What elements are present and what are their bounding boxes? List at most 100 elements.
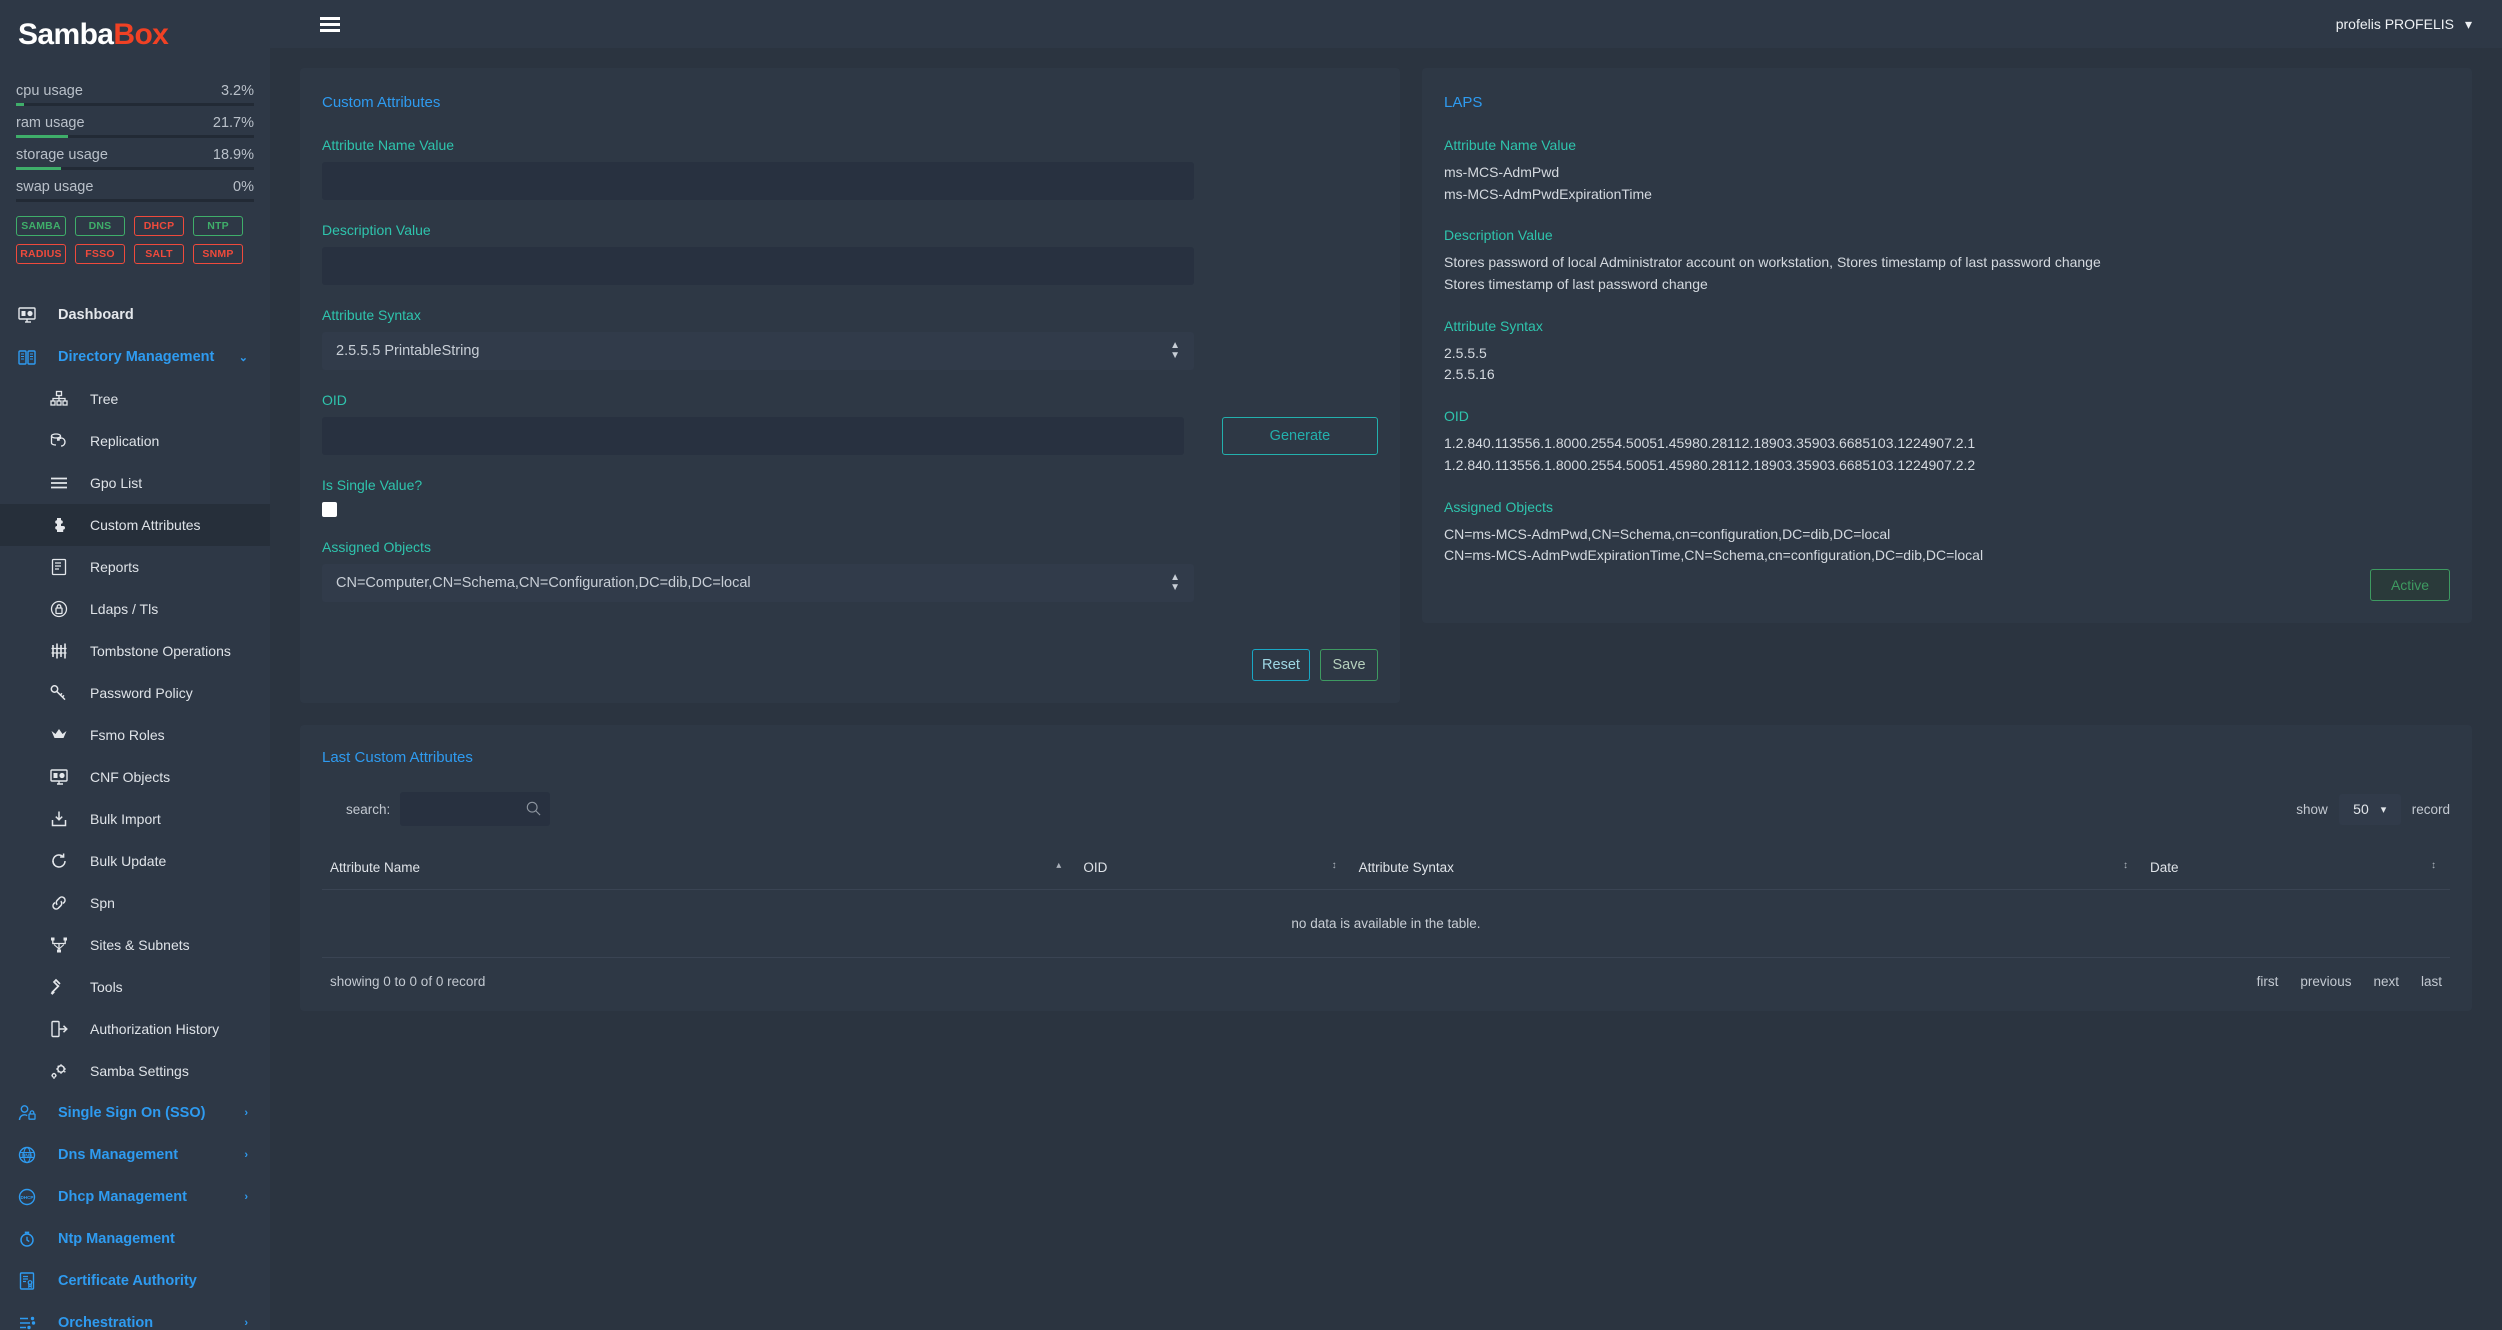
service-badge-fsso[interactable]: FSSO xyxy=(75,244,125,264)
puzzle-icon xyxy=(50,516,76,534)
sidebar-item-custom-attributes[interactable]: Custom Attributes xyxy=(0,504,270,546)
generate-button[interactable]: Generate xyxy=(1221,417,1378,455)
sidebar-item-label: Bulk Update xyxy=(90,853,167,869)
service-badge-samba[interactable]: SAMBA xyxy=(16,216,66,236)
sidebar-item-tombstone-operations[interactable]: Tombstone Operations xyxy=(0,630,270,672)
attribute-name-label: Attribute Name Value xyxy=(322,137,455,153)
attribute-syntax-value: 2.5.5.5 PrintableString xyxy=(336,343,480,359)
sidebar-item-fsmo-roles[interactable]: Fsmo Roles xyxy=(0,714,270,756)
sort-icon[interactable]: ↕ xyxy=(2123,860,2128,872)
sidebar-item-reports[interactable]: Reports xyxy=(0,546,270,588)
sidebar-item-single-sign-on-sso[interactable]: Single Sign On (SSO) › xyxy=(0,1092,270,1134)
custom-attributes-form-card: Custom Attributes Attribute Name Value D… xyxy=(300,68,1400,703)
chevron-icon: › xyxy=(244,1191,248,1203)
user-lock-icon xyxy=(18,1104,44,1122)
table-column-header[interactable]: Date ↕ xyxy=(2142,848,2450,890)
service-badge-salt[interactable]: SALT xyxy=(134,244,184,264)
sidebar-item-label: Reports xyxy=(90,559,140,575)
oid-input[interactable] xyxy=(322,417,1184,455)
laps-card: LAPS Attribute Name Value ms-MCS-AdmPwd … xyxy=(1422,68,2472,623)
sidebar-item-spn[interactable]: Spn xyxy=(0,882,270,924)
laps-assigned-objects-values: CN=ms-MCS-AdmPwd,CN=Schema,cn=configurat… xyxy=(1444,525,1984,564)
sidebar-item-replication[interactable]: Replication xyxy=(0,420,270,462)
is-single-value-checkbox[interactable] xyxy=(322,502,337,517)
sidebar-item-tree[interactable]: Tree xyxy=(0,378,270,420)
attribute-syntax-select[interactable]: 2.5.5.5 PrintableString ▲ ▼ xyxy=(322,332,1194,370)
sidebar-item-bulk-update[interactable]: Bulk Update xyxy=(0,840,270,882)
app-logo[interactable]: SambaBox xyxy=(0,0,270,74)
service-badge-dhcp[interactable]: DHCP xyxy=(134,216,184,236)
pager-first[interactable]: first xyxy=(2257,974,2279,989)
laps-status-badge[interactable]: Active xyxy=(2370,569,2450,601)
table-column-label: Attribute Name xyxy=(330,860,421,875)
sidebar-item-label: Ntp Management xyxy=(58,1231,175,1247)
sidebar-item-dashboard[interactable]: Dashboard xyxy=(0,294,270,336)
service-badge-snmp[interactable]: SNMP xyxy=(193,244,243,264)
sidebar-item-authorization-history[interactable]: Authorization History xyxy=(0,1008,270,1050)
service-badge-ntp[interactable]: NTP xyxy=(193,216,243,236)
sidebar-item-cnf-objects[interactable]: CNF Objects xyxy=(0,756,270,798)
sidebar-item-ntp-management[interactable]: Ntp Management xyxy=(0,1218,270,1260)
search-input-wrapper[interactable] xyxy=(400,792,551,826)
reset-button[interactable]: Reset xyxy=(1252,649,1310,681)
sort-icon[interactable]: ↕ xyxy=(2431,860,2436,872)
attribute-syntax-label: Attribute Syntax xyxy=(322,307,421,323)
dhcp-circle-icon: DHCP xyxy=(18,1188,44,1206)
service-badge-dns[interactable]: DNS xyxy=(75,216,125,236)
sidebar-item-tools[interactable]: Tools xyxy=(0,966,270,1008)
sidebar-item-label: Sites & Subnets xyxy=(90,937,190,953)
pager-previous[interactable]: previous xyxy=(2300,974,2351,989)
orchestration-icon xyxy=(18,1314,44,1330)
table-column-header[interactable]: Attribute Syntax ↕ xyxy=(1350,848,2143,890)
hamburger-icon[interactable] xyxy=(320,14,340,35)
description-input[interactable] xyxy=(322,247,1194,285)
sidebar-item-ldaps-tls[interactable]: Ldaps / Tls xyxy=(0,588,270,630)
pager-next[interactable]: next xyxy=(2373,974,2399,989)
user-menu[interactable]: profelis PROFELIS ▾ xyxy=(2336,16,2472,33)
last-custom-attributes-card: Last Custom Attributes search: show 50 ▾… xyxy=(300,725,2472,1011)
sort-icon[interactable]: ▴ xyxy=(1056,860,1061,872)
oid-group: OID Generate xyxy=(322,392,1378,455)
attribute-name-input[interactable] xyxy=(322,162,1194,200)
assigned-objects-value: CN=Computer,CN=Schema,CN=Configuration,D… xyxy=(336,575,751,591)
meter-storage: storage usage 18.9% xyxy=(16,138,254,170)
sidebar-item-label: Authorization History xyxy=(90,1021,220,1037)
sidebar-item-dhcp-management[interactable]: DHCP Dhcp Management › xyxy=(0,1176,270,1218)
meter-value: 3.2% xyxy=(220,83,254,99)
refresh-icon xyxy=(50,852,76,870)
sidebar-item-orchestration[interactable]: Orchestration › xyxy=(0,1302,270,1330)
sidebar-item-certificate-authority[interactable]: Certificate Authority xyxy=(0,1260,270,1302)
meter-label: storage usage xyxy=(16,147,108,163)
assigned-objects-group: Assigned Objects CN=Computer,CN=Schema,C… xyxy=(322,539,1378,602)
sidebar-item-label: Replication xyxy=(90,433,160,449)
is-single-value-group: Is Single Value? xyxy=(322,477,1378,517)
assigned-objects-select[interactable]: CN=Computer,CN=Schema,CN=Configuration,D… xyxy=(322,564,1194,602)
table-column-header[interactable]: Attribute Name ▴ xyxy=(322,848,1076,890)
sidebar-item-sites-subnets[interactable]: Sites & Subnets xyxy=(0,924,270,966)
attribute-syntax-group: Attribute Syntax 2.5.5.5 PrintableString… xyxy=(322,307,1378,370)
records-per-page-select[interactable]: 50 ▾ xyxy=(2338,793,2401,825)
sidebar-item-label: Bulk Import xyxy=(90,811,161,827)
sidebar-item-directory-management[interactable]: Directory Management ⌄ xyxy=(0,336,270,378)
sidebar-item-dns-management[interactable]: DNS Dns Management › xyxy=(0,1134,270,1176)
sidebar-item-samba-settings[interactable]: Samba Settings xyxy=(0,1050,270,1092)
sidebar-item-password-policy[interactable]: Password Policy xyxy=(0,672,270,714)
service-status-grid: SAMBA DNS DHCP NTP RADIUS FSSO SALT SNMP xyxy=(0,202,270,264)
sidebar-item-label: Dhcp Management xyxy=(58,1189,187,1205)
meter-value: 18.9% xyxy=(212,147,254,163)
table-column-header[interactable]: OID ↕ xyxy=(1075,848,1351,890)
table-column-label: Date xyxy=(2150,860,2179,875)
sidebar-item-gpo-list[interactable]: Gpo List xyxy=(0,462,270,504)
meter-cpu: cpu usage 3.2% xyxy=(16,74,254,106)
svg-text:DHCP: DHCP xyxy=(20,1195,33,1200)
records-per-page-value: 50 xyxy=(2353,801,2369,817)
laps-oid-label: OID xyxy=(1444,408,1469,425)
pager-last[interactable]: last xyxy=(2421,974,2442,989)
service-badge-radius[interactable]: RADIUS xyxy=(16,244,66,264)
sort-icon[interactable]: ↕ xyxy=(1332,860,1337,872)
topbar: profelis PROFELIS ▾ xyxy=(270,0,2502,48)
sidebar-item-bulk-import[interactable]: Bulk Import xyxy=(0,798,270,840)
save-button[interactable]: Save xyxy=(1320,649,1378,681)
logo-part-box: Box xyxy=(113,18,169,51)
sidebar-item-label: Tombstone Operations xyxy=(90,643,231,659)
